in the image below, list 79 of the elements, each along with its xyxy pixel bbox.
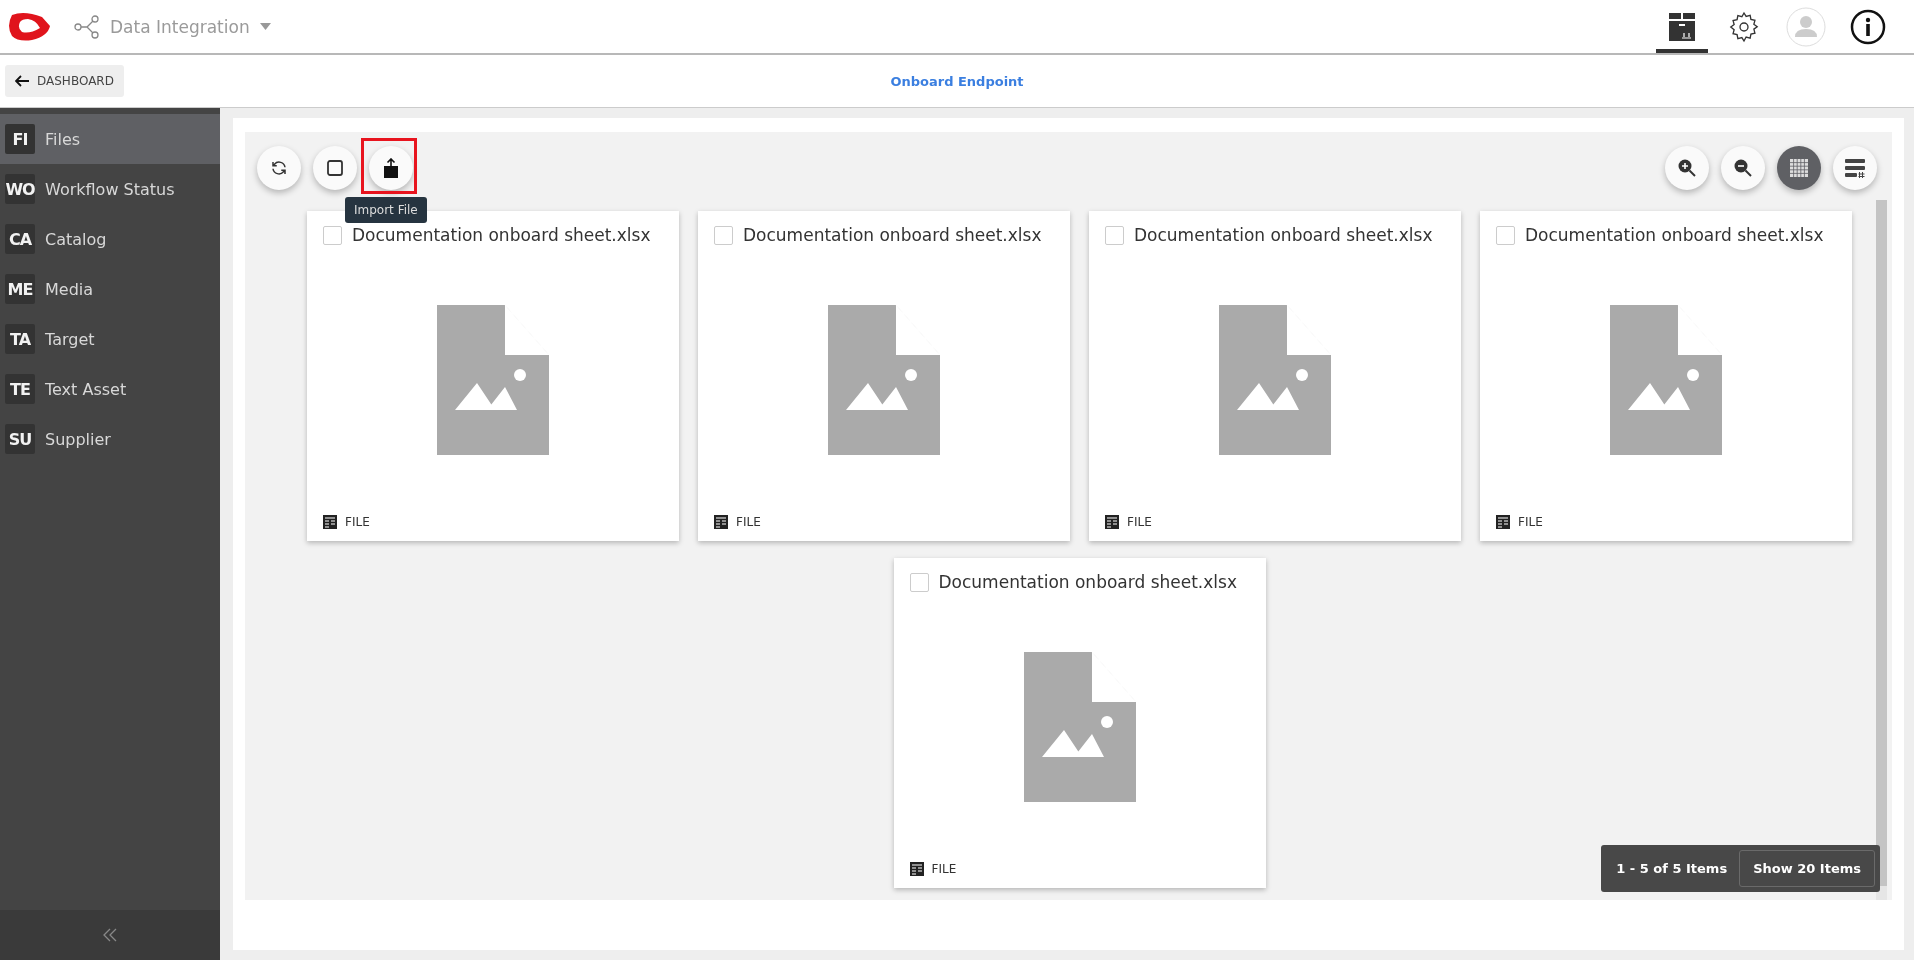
double-chevron-left-icon <box>103 928 117 942</box>
item-abbreviation: TA <box>5 324 35 354</box>
file-name: Documentation onboard sheet.xlsx <box>938 572 1237 592</box>
tooltip: Import File <box>345 197 427 223</box>
item-abbreviation: FI <box>5 124 35 154</box>
settings-icon <box>1728 10 1760 43</box>
item-abbreviation: ME <box>5 274 35 304</box>
item-label: Text Asset <box>45 379 127 399</box>
item-label: Media <box>45 279 94 299</box>
sidebar-item[interactable]: FI Files <box>0 114 220 164</box>
document-icon <box>323 515 337 529</box>
file-name: Documentation onboard sheet.xlsx <box>352 225 651 245</box>
import-button[interactable] <box>369 146 413 190</box>
zoom-out-icon <box>1733 158 1753 178</box>
document-icon <box>1105 515 1119 529</box>
item-count: 1 - 5 of 5 Items <box>1615 861 1728 876</box>
zoom-out-button[interactable] <box>1721 146 1765 190</box>
item-abbreviation: WO <box>5 174 35 204</box>
info-icon <box>1850 8 1886 45</box>
logo <box>8 11 50 42</box>
avatar-icon <box>1786 6 1826 47</box>
sidebar-item[interactable]: ME Media <box>0 264 220 314</box>
file-name: Documentation onboard sheet.xlsx <box>1134 225 1433 245</box>
file-card[interactable]: Documentation onboard sheet.xlsx FILE <box>893 558 1266 888</box>
grid-button[interactable] <box>1777 146 1821 190</box>
list-icon <box>1844 157 1866 179</box>
upload-icon <box>383 158 399 178</box>
item-abbreviation: TE <box>5 374 35 404</box>
select-all-button[interactable] <box>313 146 357 190</box>
back-button[interactable]: DASHBOARD <box>5 65 124 97</box>
item-label: Files <box>45 129 81 149</box>
document-icon <box>714 515 728 529</box>
checkbox[interactable] <box>323 225 342 245</box>
refresh-button[interactable] <box>257 146 301 190</box>
box-icon <box>1668 11 1696 42</box>
file-type: FILE <box>736 515 761 529</box>
file-image-icon <box>1023 652 1136 802</box>
arrow-left-icon <box>15 75 29 87</box>
grid-icon <box>1789 158 1809 178</box>
file-image-icon <box>437 305 549 455</box>
file-card[interactable]: Documentation onboard sheet.xlsx FILE <box>1089 211 1461 541</box>
checkbox[interactable] <box>714 225 733 245</box>
file-name: Documentation onboard sheet.xlsx <box>1525 225 1824 245</box>
file-type: FILE <box>1518 515 1543 529</box>
file-card[interactable]: Documentation onboard sheet.xlsx FILE <box>698 211 1070 541</box>
file-type: FILE <box>345 515 370 529</box>
scrollbar[interactable] <box>1876 200 1887 900</box>
item-abbreviation: CA <box>5 224 35 254</box>
file-type: FILE <box>1127 515 1152 529</box>
zoom-in-icon <box>1677 158 1697 178</box>
file-image-icon <box>828 305 940 455</box>
item-label: Target <box>45 329 95 349</box>
file-type: FILE <box>931 862 957 876</box>
zoom-in-button[interactable] <box>1665 146 1709 190</box>
checkbox[interactable] <box>1105 225 1124 245</box>
file-card[interactable]: Documentation onboard sheet.xlsx FILE <box>1480 211 1852 541</box>
item-label: Workflow Status <box>45 179 175 199</box>
page-title: Onboard Endpoint <box>890 73 1024 89</box>
list-button[interactable] <box>1833 146 1877 190</box>
checkbox[interactable] <box>1496 225 1515 245</box>
sidebar-item[interactable]: TE Text Asset <box>0 364 220 414</box>
checkbox[interactable] <box>909 572 929 592</box>
file-name: Documentation onboard sheet.xlsx <box>743 225 1042 245</box>
item-abbreviation: SU <box>5 424 35 454</box>
page-size-button[interactable]: Show 20 Items <box>1739 850 1875 887</box>
file-image-icon <box>1610 305 1722 455</box>
sidebar-item[interactable]: TA Target <box>0 314 220 364</box>
item-label: Supplier <box>45 429 111 449</box>
share-nodes-icon <box>74 14 100 39</box>
item-label: Catalog <box>45 229 107 249</box>
sidebar-item[interactable]: WO Workflow Status <box>0 164 220 214</box>
document-icon <box>1496 515 1510 529</box>
document-icon <box>909 862 924 876</box>
checkbox-icon <box>326 159 344 177</box>
sidebar-item[interactable]: CA Catalog <box>0 214 220 264</box>
refresh-icon <box>270 159 288 177</box>
caret-icon <box>259 23 271 30</box>
sidebar-item[interactable]: SU Supplier <box>0 414 220 464</box>
file-image-icon <box>1219 305 1331 455</box>
